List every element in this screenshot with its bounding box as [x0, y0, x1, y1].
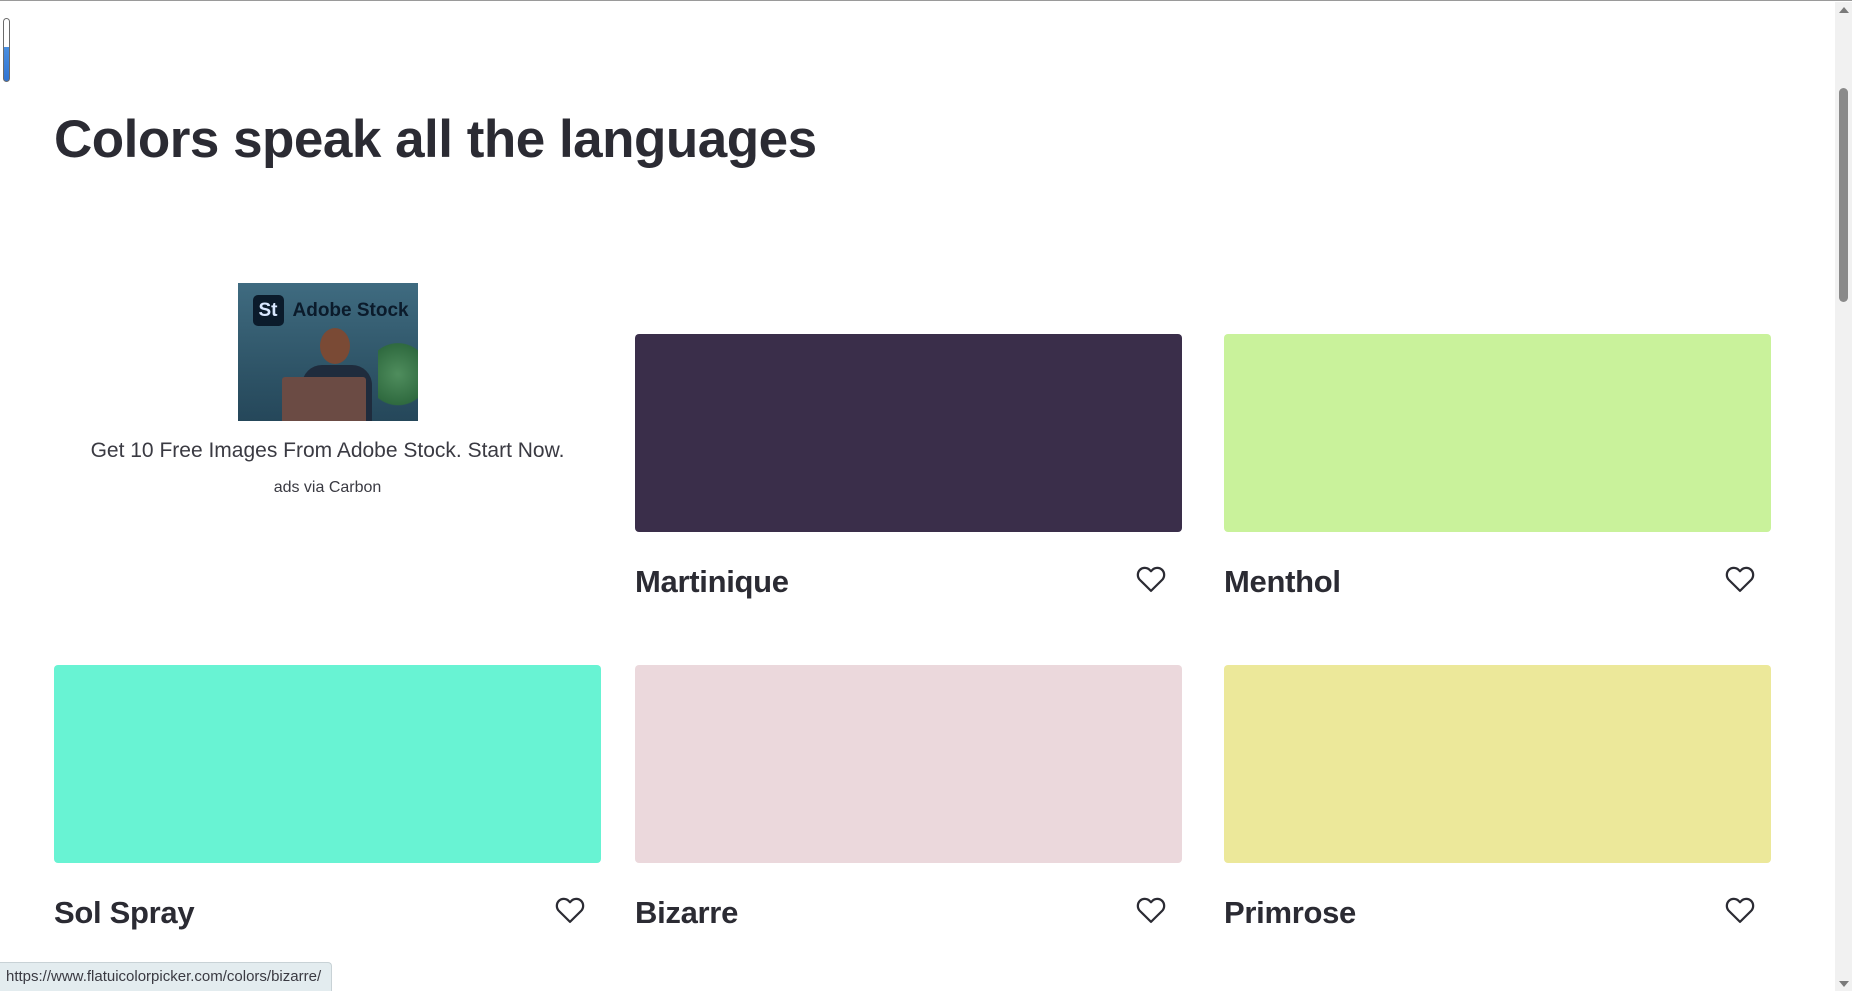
color-card[interactable]: Primrose — [1224, 665, 1771, 930]
color-swatch[interactable] — [635, 334, 1182, 532]
card-footer: Primrose — [1224, 863, 1771, 930]
color-swatch[interactable] — [635, 665, 1182, 863]
scrollbar-thumb[interactable] — [1839, 88, 1848, 302]
heart-icon[interactable] — [1136, 896, 1166, 924]
heart-icon[interactable] — [1136, 565, 1166, 593]
card-footer: Sol Spray — [54, 863, 601, 930]
scroll-down-arrow-icon[interactable] — [1839, 981, 1849, 987]
heart-icon[interactable] — [1725, 896, 1755, 924]
ad-link-text[interactable]: Get 10 Free Images From Adobe Stock. Sta… — [54, 439, 601, 463]
color-card[interactable]: Sol Spray — [54, 665, 601, 930]
carbon-ad[interactable]: St Adobe Stock Get 10 Free Images From A… — [54, 283, 601, 497]
browser-page: Colors speak all the languages St Adobe … — [0, 0, 1852, 991]
color-name[interactable]: Martinique — [635, 564, 789, 600]
plant-decoration — [377, 343, 418, 421]
ad-via-link[interactable]: ads via Carbon — [54, 479, 601, 497]
heart-icon[interactable] — [1725, 565, 1755, 593]
heart-icon[interactable] — [555, 896, 585, 924]
color-name[interactable]: Sol Spray — [54, 895, 195, 931]
adobe-stock-logo-icon: St — [252, 295, 284, 326]
color-card[interactable]: Bizarre — [635, 665, 1182, 930]
progress-indicator — [3, 18, 10, 82]
status-bar-url: https://www.flatuicolorpicker.com/colors… — [0, 962, 333, 991]
ad-image[interactable]: St Adobe Stock — [237, 283, 418, 421]
card-footer: Bizarre — [635, 863, 1182, 930]
color-name[interactable]: Primrose — [1224, 895, 1356, 931]
ad-logo-text: Adobe Stock — [292, 300, 409, 321]
page-title: Colors speak all the languages — [54, 110, 817, 169]
card-footer: Martinique — [635, 532, 1182, 599]
color-swatch[interactable] — [1224, 334, 1771, 532]
color-swatch[interactable] — [54, 665, 601, 863]
laptop-decoration — [281, 377, 366, 421]
color-card[interactable]: Martinique — [635, 334, 1182, 599]
color-name[interactable]: Bizarre — [635, 895, 738, 931]
color-swatch[interactable] — [1224, 665, 1771, 863]
scroll-up-arrow-icon[interactable] — [1839, 7, 1849, 13]
card-footer: Menthol — [1224, 532, 1771, 599]
color-card[interactable]: Menthol — [1224, 334, 1771, 599]
vertical-scrollbar[interactable] — [1835, 2, 1852, 991]
color-name[interactable]: Menthol — [1224, 564, 1341, 600]
person-head — [319, 328, 350, 364]
